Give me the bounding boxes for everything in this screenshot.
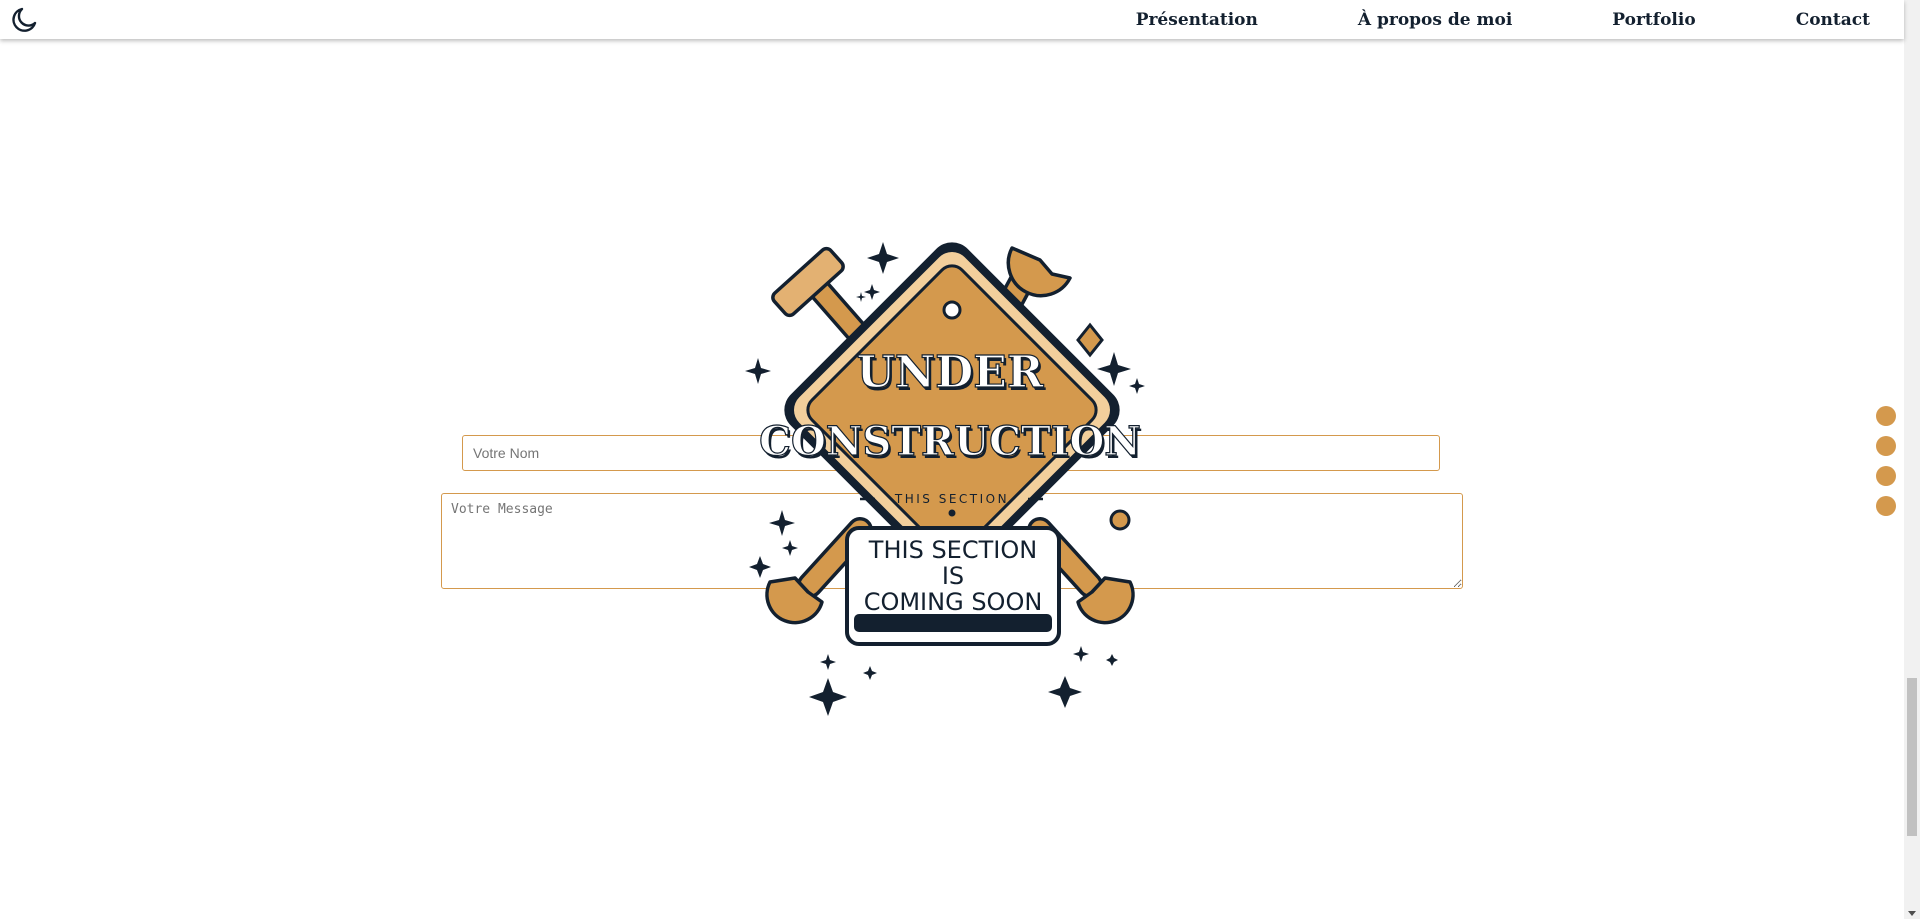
sparkle-icon <box>1106 654 1118 666</box>
diamond-shape-icon <box>1076 322 1104 358</box>
page-scrollbar[interactable] <box>1904 0 1920 919</box>
sparkle-icon <box>809 678 847 716</box>
sparkle-icon <box>863 666 877 680</box>
sparkle-icon <box>1129 378 1145 394</box>
circle-shape-icon <box>1109 509 1131 531</box>
coming-soon-plaque: THIS SECTION IS COMING SOON <box>845 526 1061 646</box>
scrollbar-thumb[interactable] <box>1907 678 1917 836</box>
sparkle-icon <box>820 654 836 670</box>
sign-small-text: THIS SECTION <box>894 492 1009 506</box>
under-construction-illustration: UNDER UNDER CONSTRUCTION CONSTRUCTION TH… <box>740 230 1160 720</box>
sign-line1: UNDER <box>857 347 1044 398</box>
section-dot-2[interactable] <box>1876 436 1896 456</box>
under-construction-svg: UNDER UNDER CONSTRUCTION CONSTRUCTION TH… <box>745 242 1145 716</box>
plaque-line1: THIS SECTION <box>868 536 1037 564</box>
moon-icon[interactable] <box>10 6 38 34</box>
nav-link-about[interactable]: À propos de moi <box>1358 10 1512 30</box>
sparkle-icon <box>782 540 798 556</box>
sparkle-icon <box>1048 676 1082 708</box>
section-dot-1[interactable] <box>1876 406 1896 426</box>
plaque-line3: COMING SOON <box>864 588 1043 616</box>
sparkle-icon <box>856 292 866 302</box>
nav-link-presentation[interactable]: Présentation <box>1136 10 1258 30</box>
section-dot-3[interactable] <box>1876 466 1896 486</box>
sparkle-icon <box>1073 646 1089 662</box>
sparkle-icon <box>864 284 880 300</box>
main-nav: Présentation À propos de moi Portfolio C… <box>1136 0 1870 39</box>
sign-line2: CONSTRUCTION <box>759 418 1141 465</box>
top-navbar: Présentation À propos de moi Portfolio C… <box>0 0 1904 39</box>
sparkle-icon <box>745 358 771 384</box>
sparkle-icon <box>749 556 771 578</box>
sparkle-icon <box>1097 352 1131 386</box>
nav-link-portfolio[interactable]: Portfolio <box>1612 10 1695 30</box>
sparkle-icon <box>867 242 899 274</box>
page: Présentation À propos de moi Portfolio C… <box>0 0 1920 919</box>
scroll-down-arrow-icon[interactable] <box>1908 911 1916 916</box>
nav-link-contact[interactable]: Contact <box>1796 10 1870 30</box>
plaque-line2: IS <box>942 562 964 590</box>
section-dot-4[interactable] <box>1876 496 1896 516</box>
sparkle-icon <box>769 510 795 536</box>
section-dot-nav <box>1876 406 1896 526</box>
